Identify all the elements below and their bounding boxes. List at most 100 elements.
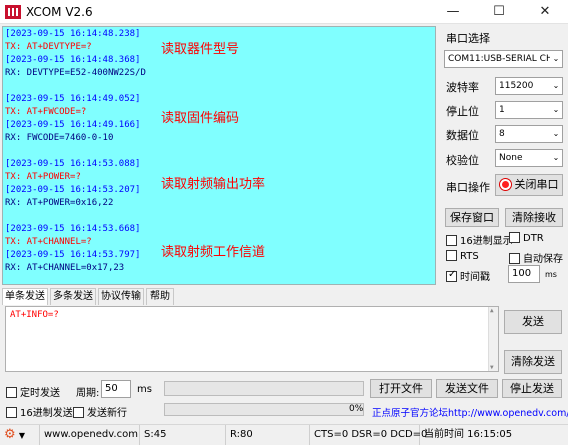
stopbits-value: 1 (499, 105, 505, 115)
receive-line: [2023-09-15 16:14:48.368] (5, 55, 141, 65)
checkbox-box[interactable] (509, 232, 520, 243)
parity-label: 校验位 (446, 154, 479, 167)
hex-send-checkbox[interactable]: 16进制发送 (6, 404, 73, 419)
send-scrollbar[interactable] (488, 307, 498, 371)
site-url[interactable]: www.openedv.com (40, 425, 140, 445)
chevron-down-icon: ⌄ (550, 150, 562, 166)
chevron-down-icon: ⌄ (550, 51, 562, 67)
stop-send-button[interactable]: 停止发送 (502, 379, 562, 398)
open-file-button[interactable]: 打开文件 (370, 379, 432, 398)
receive-line: [2023-09-15 16:14:49.166] (5, 120, 141, 130)
settings-menu[interactable]: ⚙ ▼ (0, 425, 40, 445)
chevron-down-icon: ⌄ (550, 126, 562, 142)
port-op-label: 串口操作 (446, 181, 490, 194)
window-title: XCOM V2.6 (26, 5, 93, 19)
chevron-down-icon[interactable]: ▼ (19, 431, 25, 440)
checkbox-box[interactable] (509, 253, 520, 264)
rts-label: RTS (460, 251, 479, 262)
databits-select[interactable]: 8 ⌄ (495, 125, 563, 143)
timestamp-checkbox[interactable]: 时间戳 (446, 268, 490, 283)
receive-annotation: 读取器件型号 (161, 42, 240, 57)
checkbox-box[interactable] (446, 250, 457, 261)
send-count: S:45 (140, 425, 226, 445)
receive-line: RX: AT+POWER=0x16,22 (5, 198, 114, 208)
receive-line: RX: FWCODE=7460-0-10 (5, 133, 114, 143)
databits-label: 数据位 (446, 129, 479, 142)
checkbox-box[interactable] (6, 407, 17, 418)
file-path-field[interactable] (164, 381, 364, 396)
send-progress-bar (164, 403, 364, 416)
tab-help[interactable]: 帮助 (146, 288, 174, 305)
tab-protocol[interactable]: 协议传输 (98, 288, 144, 305)
period-input[interactable]: 50 (101, 380, 131, 398)
close-port-label: 关闭串口 (514, 178, 559, 191)
stopbits-select[interactable]: 1 ⌄ (495, 101, 563, 119)
hex-display-checkbox[interactable]: 16进制显示 (446, 232, 513, 247)
receive-line: [2023-09-15 16:14:53.668] (5, 224, 141, 234)
timed-send-label: 定时发送 (20, 388, 60, 399)
stopbits-label: 停止位 (446, 105, 479, 118)
hex-send-label: 16进制发送 (20, 408, 73, 419)
tab-single-send[interactable]: 单条发送 (2, 288, 48, 305)
port-select-title: 串口选择 (446, 32, 490, 45)
receive-line: [2023-09-15 16:14:53.088] (5, 159, 141, 169)
app-logo-icon (5, 5, 21, 19)
timestamp-unit: ms (545, 270, 557, 279)
receive-line: TX: AT+CHANNEL=? (5, 237, 92, 247)
close-window-button[interactable]: ✕ (522, 0, 568, 24)
baud-select[interactable]: 115200 ⌄ (495, 77, 563, 95)
close-port-button[interactable]: 关闭串口 (495, 174, 563, 196)
timed-send-checkbox[interactable]: 定时发送 (6, 384, 60, 399)
title-bar: XCOM V2.6 — ☐ ✕ (0, 0, 568, 24)
receive-line: [2023-09-15 16:14:49.052] (5, 94, 141, 104)
receive-line: TX: AT+FWCODE=? (5, 107, 87, 117)
receive-line: RX: DEVTYPE=E52-400NW22S/D (5, 68, 146, 78)
signal-status: CTS=0 DSR=0 DCD=0 (310, 425, 427, 445)
maximize-button[interactable]: ☐ (476, 0, 522, 24)
status-bar: ⚙ ▼ www.openedv.com S:45 R:80 CTS=0 DSR=… (0, 424, 568, 445)
send-input[interactable]: AT+INFO=? (5, 306, 499, 372)
baud-label: 波特率 (446, 81, 479, 94)
forum-link[interactable]: 正点原子官方论坛http://www.openedv.com/ (372, 405, 568, 419)
auto-save-label: 自动保存 (523, 254, 563, 265)
receive-area[interactable]: [2023-09-15 16:14:48.238] TX: AT+DEVTYPE=… (2, 26, 436, 285)
dtr-label: DTR (523, 233, 544, 244)
parity-value: None (499, 153, 523, 163)
checkbox-box[interactable] (73, 407, 84, 418)
status-led-icon (499, 179, 511, 190)
period-label: 周期: (76, 388, 100, 399)
period-unit: ms (137, 384, 152, 395)
checkbox-box[interactable] (6, 387, 17, 398)
gear-icon[interactable]: ⚙ (4, 427, 16, 442)
auto-save-checkbox[interactable]: 自动保存 (509, 250, 563, 265)
receive-count: R:80 (226, 425, 310, 445)
send-newline-checkbox[interactable]: 发送新行 (73, 404, 127, 419)
timestamp-label: 时间戳 (460, 272, 490, 283)
port-select[interactable]: COM11:USB-SERIAL CH34 ⌄ (444, 50, 563, 68)
receive-line: TX: AT+POWER=? (5, 172, 81, 182)
chevron-down-icon: ⌄ (550, 78, 562, 94)
receive-annotation: 读取射频工作信道 (161, 245, 266, 260)
baud-value: 115200 (499, 81, 534, 91)
timestamp-interval-input[interactable]: 100 (508, 265, 540, 283)
tab-multi-send[interactable]: 多条发送 (50, 288, 96, 305)
dtr-checkbox[interactable]: DTR (509, 232, 544, 244)
checkbox-box[interactable] (446, 235, 457, 246)
rts-checkbox[interactable]: RTS (446, 250, 479, 262)
send-newline-label: 发送新行 (87, 408, 127, 419)
send-text: AT+INFO=? (10, 310, 59, 320)
minimize-button[interactable]: — (430, 0, 476, 24)
clear-send-button[interactable]: 清除发送 (504, 350, 562, 374)
chevron-down-icon: ⌄ (550, 102, 562, 118)
send-file-button[interactable]: 发送文件 (436, 379, 498, 398)
current-time: 当前时间 16:15:05 (424, 429, 513, 440)
receive-line: RX: AT+CHANNEL=0x17,23 (5, 263, 125, 273)
parity-select[interactable]: None ⌄ (495, 149, 563, 167)
progress-percent: 0% (349, 404, 364, 414)
clear-receive-button[interactable]: 清除接收 (505, 208, 563, 227)
send-button[interactable]: 发送 (504, 310, 562, 334)
receive-line: [2023-09-15 16:14:53.797] (5, 250, 141, 260)
receive-line: [2023-09-15 16:14:48.238] (5, 29, 141, 39)
save-window-button[interactable]: 保存窗口 (445, 208, 499, 227)
checkbox-box[interactable] (446, 269, 457, 282)
